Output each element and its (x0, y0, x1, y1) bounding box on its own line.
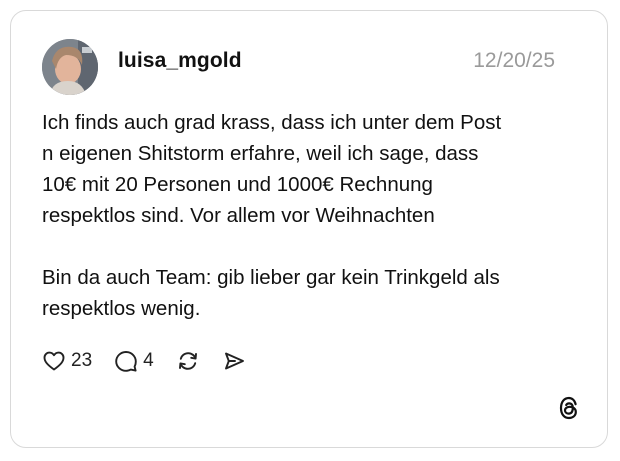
post-body: Ich finds auch grad krass, dass ich unte… (42, 107, 582, 324)
post-paragraph: Ich finds auch grad krass, dass ich unte… (42, 111, 502, 227)
repost-button[interactable] (176, 349, 200, 373)
reply-count: 4 (143, 350, 154, 371)
reply-button[interactable]: 4 (114, 349, 154, 373)
heart-icon (43, 351, 65, 371)
like-button[interactable]: 23 (42, 349, 92, 373)
post-card: luisa_mgold 12/20/25 Ich finds auch grad… (10, 10, 608, 448)
username[interactable]: luisa_mgold (118, 49, 242, 73)
post-paragraph: Bin da auch Team: gib lieber gar kein Tr… (42, 266, 500, 320)
threads-logo-icon (559, 396, 577, 420)
post-timestamp: 12/20/25 (473, 49, 555, 72)
repost-icon (178, 352, 197, 370)
like-count: 23 (71, 350, 93, 371)
comment-icon (115, 351, 137, 372)
share-button[interactable] (222, 349, 246, 373)
avatar-photo (42, 39, 98, 95)
action-bar: 23 4 (42, 347, 268, 375)
avatar[interactable] (42, 39, 98, 95)
send-icon (224, 352, 244, 370)
